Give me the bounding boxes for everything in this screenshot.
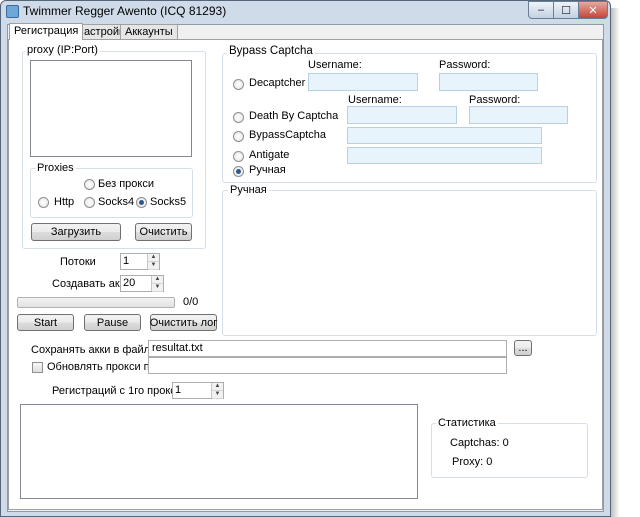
radio-no-proxy[interactable] bbox=[84, 179, 95, 190]
proxies-type-label: Proxies bbox=[35, 162, 76, 174]
tab-registration[interactable]: Регистрация bbox=[9, 23, 84, 40]
radio-death-by-captcha-label: Death By Captcha bbox=[249, 110, 339, 122]
threads-spin-buttons[interactable]: ▲ ▼ bbox=[147, 254, 159, 270]
app-icon bbox=[6, 5, 19, 18]
proxy-group-label: proxy (IP:Port) bbox=[25, 44, 100, 56]
progress-bar bbox=[17, 297, 175, 308]
reg-per-proxy-label: Регистраций с 1го прокси: bbox=[52, 385, 185, 397]
radio-manual-label: Ручная bbox=[249, 164, 286, 176]
proxies-type-group bbox=[30, 168, 193, 218]
start-button[interactable]: Start bbox=[17, 314, 74, 331]
dbc-password-label: Password: bbox=[469, 94, 521, 106]
tab-accounts[interactable]: Аккаунты bbox=[120, 24, 178, 40]
spin-up-icon[interactable]: ▲ bbox=[152, 276, 163, 284]
threads-spinner[interactable]: 1 ▲ ▼ bbox=[120, 253, 160, 270]
radio-socks5[interactable] bbox=[136, 197, 147, 208]
clear-log-button[interactable]: Очистить лог bbox=[150, 314, 217, 331]
spin-down-icon[interactable]: ▼ bbox=[148, 262, 159, 270]
save-file-input[interactable]: resultat.txt bbox=[148, 340, 507, 357]
reg-per-proxy-spinner[interactable]: 1 ▲ ▼ bbox=[172, 382, 224, 399]
proxy-list[interactable] bbox=[30, 60, 192, 157]
radio-antigate[interactable] bbox=[233, 151, 244, 162]
progress-text: 0/0 bbox=[183, 296, 199, 308]
dbc-password-input[interactable] bbox=[469, 106, 568, 124]
radio-http[interactable] bbox=[38, 197, 49, 208]
close-button[interactable]: ✕ bbox=[578, 1, 608, 19]
radio-bypass-captcha[interactable] bbox=[233, 131, 244, 142]
update-proxy-url-input[interactable] bbox=[148, 357, 507, 374]
captchas-count: Captchas: 0 bbox=[450, 437, 509, 449]
spin-down-icon[interactable]: ▼ bbox=[152, 284, 163, 292]
threads-value: 1 bbox=[123, 255, 130, 267]
radio-http-label: Http bbox=[54, 196, 75, 208]
radio-socks4[interactable] bbox=[84, 197, 95, 208]
save-accounts-label: Сохранять акки в файл bbox=[31, 344, 151, 356]
close-icon: ✕ bbox=[588, 4, 598, 17]
reg-per-proxy-value: 1 bbox=[175, 384, 182, 396]
update-proxy-label: Обновлять прокси по ссы bbox=[47, 361, 148, 373]
radio-no-proxy-label: Без прокси bbox=[98, 178, 154, 190]
spin-up-icon[interactable]: ▲ bbox=[148, 254, 159, 262]
statistics-group-label: Статистика bbox=[436, 417, 498, 429]
accounts-spin-buttons[interactable]: ▲ ▼ bbox=[151, 276, 163, 292]
clear-proxy-button[interactable]: Очистить bbox=[135, 223, 192, 241]
load-proxy-button[interactable]: Загрузить bbox=[31, 223, 121, 241]
antigate-key-input[interactable] bbox=[347, 147, 542, 164]
bypass-captcha-key-input[interactable] bbox=[347, 127, 542, 144]
radio-antigate-label: Antigate bbox=[249, 149, 290, 161]
radio-socks4-label: Socks4 bbox=[98, 196, 135, 208]
radio-decaptcher[interactable] bbox=[233, 79, 244, 90]
threads-label: Потоки bbox=[60, 256, 96, 268]
maximize-icon: ☐ bbox=[561, 4, 571, 17]
dbc-username-input[interactable] bbox=[347, 106, 457, 124]
log-box[interactable] bbox=[20, 404, 418, 499]
minimize-icon: – bbox=[537, 4, 545, 16]
decaptcher-password-label: Password: bbox=[439, 59, 491, 71]
window-shadow bbox=[611, 8, 619, 517]
accounts-count-spinner[interactable]: 20 ▲ ▼ bbox=[120, 275, 164, 292]
dbc-username-label: Username: bbox=[348, 94, 402, 106]
decaptcher-username-input[interactable] bbox=[308, 73, 418, 91]
decaptcher-password-input[interactable] bbox=[439, 73, 538, 91]
decaptcher-username-label: Username: bbox=[308, 59, 362, 71]
title-bar[interactable]: Twimmer Regger Awento (ICQ 81293) – ☐ ✕ bbox=[1, 1, 610, 23]
radio-socks5-label: Socks5 bbox=[150, 196, 187, 208]
accounts-count-value: 20 bbox=[123, 277, 136, 289]
radio-decaptcher-label: Decaptcher bbox=[249, 77, 306, 89]
radio-death-by-captcha[interactable] bbox=[233, 112, 244, 123]
radio-manual[interactable] bbox=[233, 166, 244, 177]
window-title: Twimmer Regger Awento (ICQ 81293) bbox=[23, 4, 227, 18]
update-proxy-checkbox[interactable] bbox=[32, 362, 43, 373]
spin-up-icon[interactable]: ▲ bbox=[212, 383, 223, 391]
maximize-button[interactable]: ☐ bbox=[553, 1, 579, 19]
reg-per-proxy-spin-buttons[interactable]: ▲ ▼ bbox=[211, 383, 223, 399]
pause-button[interactable]: Pause bbox=[84, 314, 141, 331]
browse-file-button[interactable]: ... bbox=[514, 340, 532, 356]
minimize-button[interactable]: – bbox=[528, 1, 554, 19]
captcha-group-label: Bypass Captcha bbox=[227, 45, 315, 57]
spin-down-icon[interactable]: ▼ bbox=[212, 391, 223, 399]
statistics-group bbox=[431, 423, 588, 478]
manual-captcha-label: Ручная bbox=[228, 184, 269, 196]
manual-captcha-group bbox=[222, 190, 597, 336]
proxy-count: Proxy: 0 bbox=[452, 456, 493, 468]
radio-bypass-captcha-label: BypassCaptcha bbox=[249, 129, 327, 141]
